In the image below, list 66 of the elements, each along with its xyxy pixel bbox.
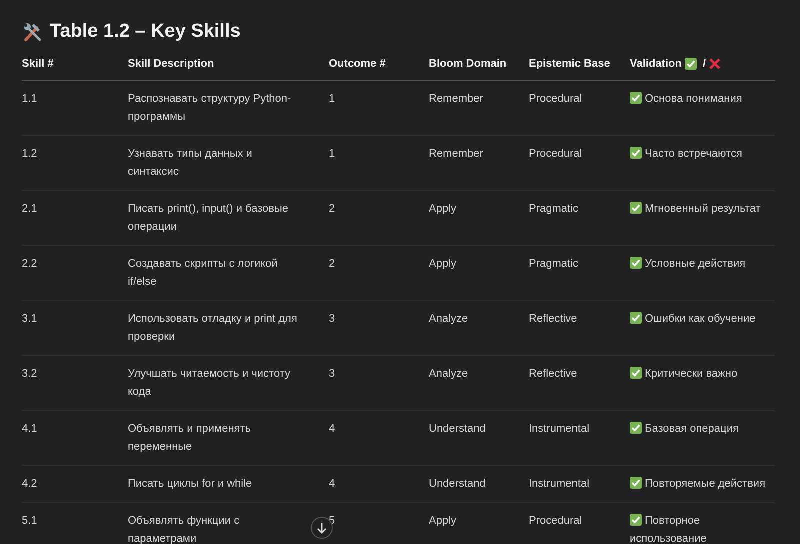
arrow-down-icon — [316, 522, 328, 534]
validation-text: Критически важно — [630, 365, 770, 383]
table-cell-text: Remember — [429, 147, 484, 162]
check-icon — [684, 58, 697, 70]
validation-text: Часто встречаются — [630, 145, 770, 163]
table-cell-text: Apply — [429, 514, 458, 529]
column-header: Bloom Domain — [429, 58, 507, 70]
table-cell-text: Procedural — [529, 147, 584, 162]
table-cell-text: Писать циклы for и while — [128, 477, 254, 492]
column-header: Skill # — [22, 58, 54, 70]
column-header: Skill Description — [128, 58, 214, 70]
table-cell-text: 4.2 — [22, 477, 38, 492]
table-cell-text: Pragmatic — [529, 257, 580, 272]
table-cell-text: 3 — [329, 367, 336, 382]
table-cell-text: 1 — [329, 147, 336, 162]
table-cell-text: Объявлять и применять переменные — [128, 422, 252, 455]
table-cell-text: 4.1 — [22, 422, 38, 437]
tools-icon — [22, 21, 44, 43]
validation-text: Ошибки как обучение — [630, 310, 770, 328]
slash-separator: / — [702, 58, 706, 70]
table-cell-text: Использовать отладку и print для проверки — [128, 312, 298, 345]
table-cell-text: 2.1 — [22, 202, 38, 217]
table-cell-text: Apply — [429, 257, 458, 272]
table-cell-text: Remember — [429, 92, 484, 107]
table-cell-text: Reflective — [529, 312, 578, 327]
validation-text: Повторяемые действия — [630, 475, 770, 493]
table-cell-text: 3.1 — [22, 312, 38, 327]
table-cell-text: 2 — [329, 257, 336, 272]
table-cell-text: Reflective — [529, 367, 578, 382]
validation-text: Повторное использование — [630, 513, 708, 544]
page-title: Table 1.2 – Key Skills — [50, 21, 241, 43]
validation-text: Условные действия — [630, 255, 770, 273]
table-cell-text: 3.2 — [22, 367, 38, 382]
table-cell-text: 2 — [329, 202, 336, 217]
table-cell-text: Apply — [429, 202, 458, 217]
table-cell-text: 1.1 — [22, 92, 38, 107]
table-cell-text: Analyze — [429, 367, 470, 382]
table-cell-text: Understand — [429, 422, 487, 437]
table-cell-text: 1.2 — [22, 147, 38, 162]
table-cell-text: Писать print(), input() и базовые операции — [128, 202, 290, 235]
table-cell-text: Создавать скрипты с логикой if/else — [128, 257, 279, 290]
table-cell-text: 1 — [329, 92, 336, 107]
table-cell-text: Understand — [429, 477, 487, 492]
validation-text: Основа понимания — [630, 90, 770, 108]
table-cell-text: Instrumental — [529, 422, 591, 437]
table-cell-text: 4 — [329, 422, 336, 437]
table-cell-text: Procedural — [529, 92, 584, 107]
table-cell-text: Analyze — [429, 312, 470, 327]
table-cell-text: 3 — [329, 312, 336, 327]
table-cell-text: Улучшать читаемость и чистоту кода — [128, 367, 292, 400]
table-cell-text: Instrumental — [529, 477, 591, 492]
validation-text: Базовая операция — [630, 420, 770, 438]
table-cell-text: Распознавать структуру Python-программы — [128, 92, 292, 125]
table-cell-text: Узнавать типы данных и синтаксис — [128, 147, 254, 180]
column-header: Outcome # — [329, 58, 386, 70]
table-cell-text: 5.1 — [22, 514, 38, 529]
table-cell-text: Объявлять функции с параметрами — [128, 514, 241, 544]
table-cell-text: Pragmatic — [529, 202, 580, 217]
table-cell-text: Procedural — [529, 514, 584, 529]
table-cell-text: 2.2 — [22, 257, 38, 272]
column-header: Epistemic Base — [529, 58, 610, 70]
column-header: Validation — [630, 58, 682, 70]
validation-text: Мгновенный результат — [630, 200, 770, 218]
scroll-down-button[interactable] — [311, 517, 333, 539]
cross-icon — [709, 58, 722, 70]
table-cell-text: 4 — [329, 477, 336, 492]
